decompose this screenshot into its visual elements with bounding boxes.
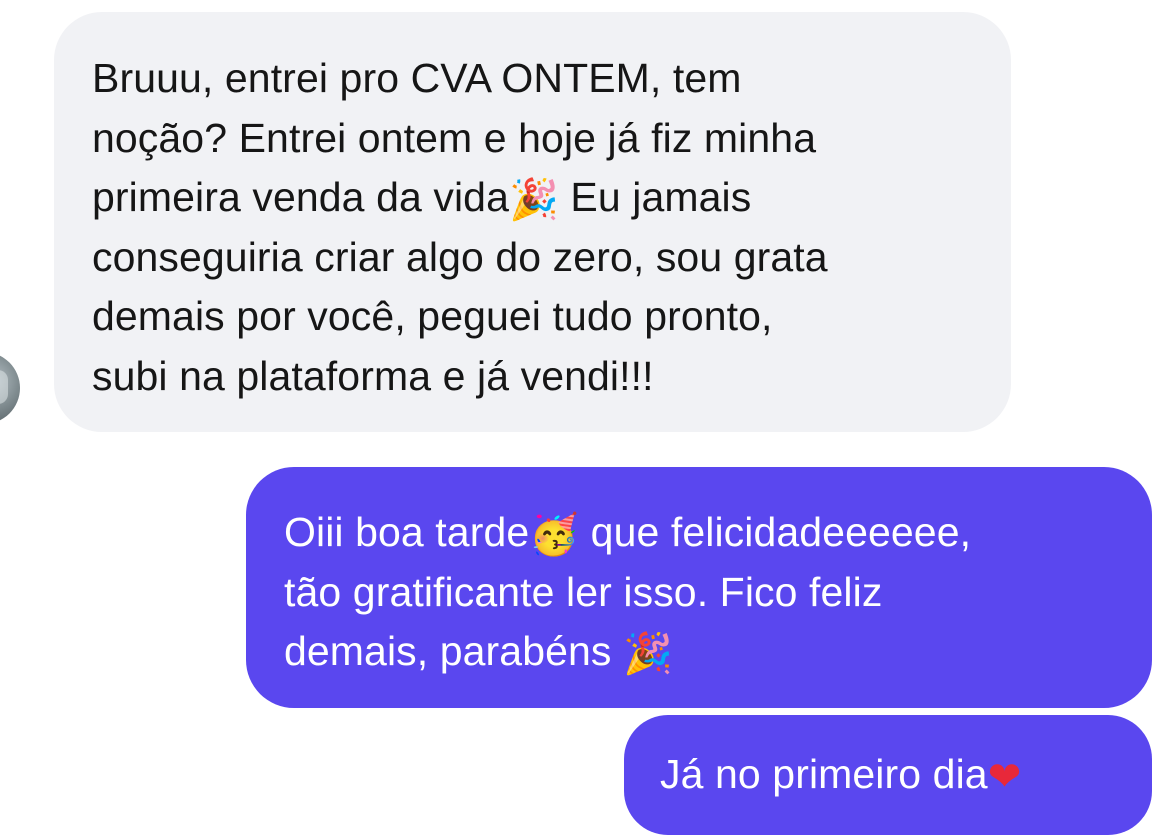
- message-text: demais, parabéns: [284, 628, 624, 674]
- message-text: Oiii boa tarde: [284, 509, 530, 555]
- message-line: demais por você, peguei tudo pronto,: [92, 293, 773, 339]
- message-line: primeira venda da vida🎉 Eu jamais: [92, 168, 1011, 228]
- party-popper-icon: 🎉: [509, 177, 559, 223]
- message-line: tão gratificante ler isso. Fico feliz: [284, 568, 883, 615]
- message-line: subi na plataforma e já vendi!!!: [92, 352, 654, 399]
- message-line: conseguiria criar algo do zero, sou grat…: [92, 233, 828, 280]
- incoming-message-bubble[interactable]: Bruuu, entrei pro CVA ONTEM, tem noção? …: [54, 12, 1011, 432]
- heart-icon: ❤: [987, 754, 1022, 800]
- outgoing-message-bubble-2[interactable]: Já no primeiro dia❤: [624, 715, 1152, 835]
- message-text: que felicidadeeeeee,: [579, 509, 972, 555]
- partying-face-icon: 🥳: [529, 512, 580, 558]
- message-line: Oiii boa tarde🥳 que felicidadeeeeee,: [284, 503, 1152, 563]
- party-popper-icon: 🎉: [623, 631, 673, 677]
- message-text: primeira venda da vida: [92, 174, 509, 220]
- message-line: demais, parabéns 🎉: [284, 622, 1152, 682]
- message-text: Já no primeiro dia: [660, 751, 988, 797]
- outgoing-message-bubble[interactable]: Oiii boa tarde🥳 que felicidadeeeeee, tão…: [246, 467, 1152, 708]
- message-text: Eu jamais: [558, 174, 752, 220]
- contact-avatar[interactable]: [0, 352, 20, 424]
- message-line: Já no primeiro dia❤: [660, 745, 1152, 805]
- message-line: noção? Entrei ontem e hoje já fiz minha: [92, 114, 817, 161]
- message-line: Bruuu, entrei pro CVA ONTEM, tem: [92, 55, 742, 101]
